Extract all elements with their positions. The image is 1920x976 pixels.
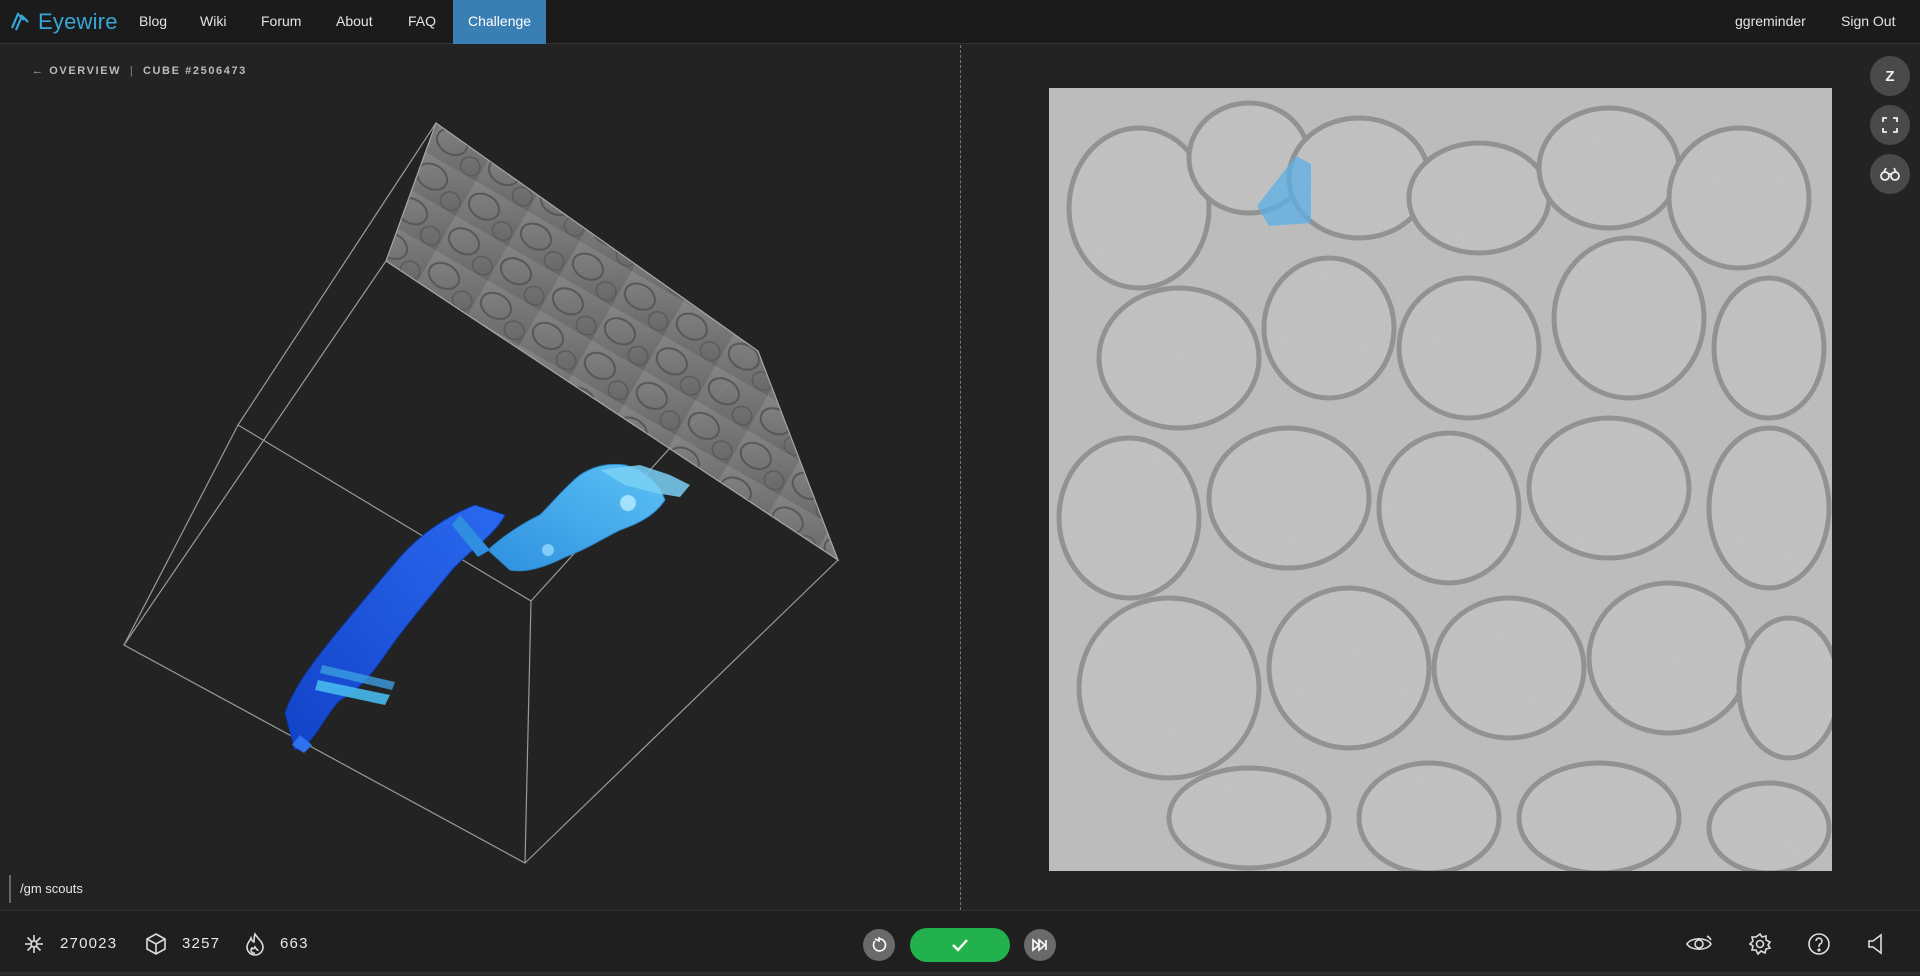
eye-icon xyxy=(1686,935,1712,951)
cube-id-label: CUBE #2506473 xyxy=(142,65,247,77)
binoculars-button[interactable] xyxy=(1870,154,1910,194)
settings-button[interactable] xyxy=(1745,929,1775,959)
eyewire-logo-icon xyxy=(10,12,29,31)
help-button[interactable] xyxy=(1804,929,1834,959)
view-options-button[interactable] xyxy=(1684,929,1714,959)
breadcrumb-separator: | xyxy=(129,65,135,77)
reset-button[interactable] xyxy=(863,929,895,961)
eyewire-logo[interactable]: Eyewire xyxy=(8,8,118,36)
cube-icon xyxy=(146,932,166,955)
logo-text: Eyewire xyxy=(38,9,118,34)
fullscreen-icon xyxy=(1882,117,1898,133)
nav-about[interactable]: About xyxy=(336,0,373,44)
trailblazes-value: 663 xyxy=(280,935,309,952)
fullscreen-button[interactable] xyxy=(1870,105,1910,145)
submit-button[interactable] xyxy=(910,928,1010,962)
username-link[interactable]: ggreminder xyxy=(1735,0,1806,44)
breadcrumb: ← OVERVIEW | CUBE #2506473 xyxy=(32,65,247,77)
nav-blog[interactable]: Blog xyxy=(139,0,167,44)
3d-cube-render[interactable] xyxy=(0,45,960,910)
sign-out-link[interactable]: Sign Out xyxy=(1841,0,1895,44)
bottom-toolbar: 270023 3257 663 xyxy=(0,910,1920,975)
cubes-value: 3257 xyxy=(182,935,221,952)
nav-faq[interactable]: FAQ xyxy=(408,0,436,44)
back-to-overview-link[interactable]: ← OVERVIEW xyxy=(32,65,121,77)
help-icon xyxy=(1808,933,1830,955)
nav-challenge[interactable]: Challenge xyxy=(453,0,547,44)
chat-input[interactable]: /gm scouts xyxy=(9,875,83,903)
panel-divider[interactable] xyxy=(960,45,961,910)
top-navigation: Eyewire Blog Wiki Forum About FAQ Challe… xyxy=(0,0,1920,44)
points-value: 270023 xyxy=(60,935,118,952)
skip-button[interactable] xyxy=(1024,929,1056,961)
speaker-icon xyxy=(1868,933,1882,955)
gear-icon xyxy=(1748,932,1772,956)
trailblazes-stat: 663 xyxy=(244,911,309,976)
sound-button[interactable] xyxy=(1862,929,1892,959)
skip-icon xyxy=(1032,938,1047,952)
cubes-stat: 3257 xyxy=(144,911,220,976)
nav-forum[interactable]: Forum xyxy=(261,0,301,44)
reset-icon xyxy=(872,937,887,952)
nav-wiki[interactable]: Wiki xyxy=(200,0,226,44)
sparkle-icon xyxy=(25,934,43,953)
binoculars-icon xyxy=(1880,167,1900,181)
3d-view-panel[interactable]: ← OVERVIEW | CUBE #2506473 /gm scouts xyxy=(0,45,960,910)
flame-icon xyxy=(246,931,264,956)
em-slice-view[interactable] xyxy=(1049,88,1832,871)
checkmark-icon xyxy=(952,939,968,952)
z-axis-button[interactable]: Z xyxy=(1870,56,1910,96)
points-stat: 270023 xyxy=(22,911,117,976)
